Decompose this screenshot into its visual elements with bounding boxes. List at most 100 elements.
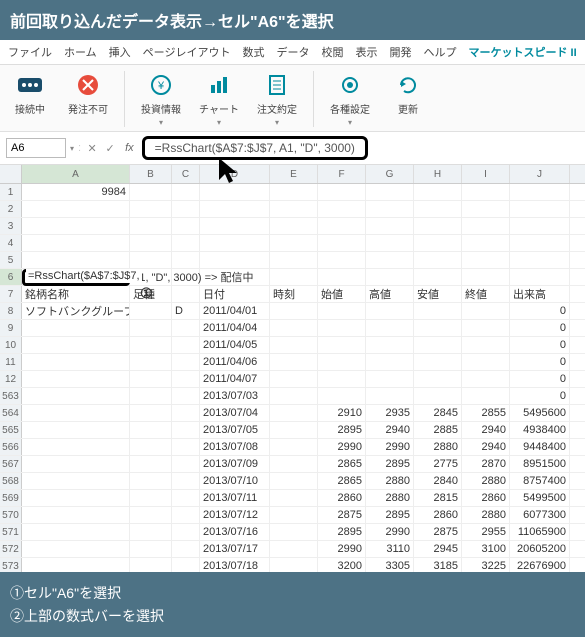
row-header[interactable]: 3 (0, 218, 22, 234)
cell[interactable] (172, 252, 200, 268)
cell[interactable]: D (172, 303, 200, 319)
cell[interactable]: 2910 (318, 405, 366, 421)
cell[interactable] (318, 201, 366, 217)
cell[interactable] (22, 354, 130, 370)
cell[interactable]: 高値 (366, 286, 414, 302)
cell[interactable] (270, 490, 318, 506)
cell[interactable] (414, 218, 462, 234)
cell[interactable] (130, 456, 172, 472)
ribbon-chart[interactable]: チャート▾ (197, 71, 241, 127)
table-row[interactable]: 19984 (0, 184, 585, 201)
cell[interactable] (366, 371, 414, 387)
namebox-dropdown[interactable]: ▾ (70, 144, 74, 153)
row-header[interactable]: 565 (0, 422, 22, 438)
cell[interactable] (172, 218, 200, 234)
cell[interactable] (318, 371, 366, 387)
cell[interactable] (366, 235, 414, 251)
row-header[interactable]: 566 (0, 439, 22, 455)
cell[interactable]: 2011/04/07 (200, 371, 270, 387)
cell[interactable] (318, 269, 366, 285)
cell[interactable]: 9448400 (510, 439, 570, 455)
row-header[interactable]: 10 (0, 337, 22, 353)
cell[interactable] (510, 235, 570, 251)
table-row[interactable]: 112011/04/060 (0, 354, 585, 371)
cell[interactable] (172, 337, 200, 353)
cell[interactable] (366, 269, 414, 285)
cell[interactable] (318, 218, 366, 234)
cell[interactable] (22, 201, 130, 217)
cell[interactable] (462, 320, 510, 336)
table-row[interactable]: 5652013/07/0528952940288529404938400 (0, 422, 585, 439)
cell[interactable] (270, 201, 318, 217)
cell[interactable] (270, 507, 318, 523)
row-header[interactable]: 570 (0, 507, 22, 523)
row-header[interactable]: 4 (0, 235, 22, 251)
cell[interactable] (130, 303, 172, 319)
cell[interactable] (318, 252, 366, 268)
row-header[interactable]: 568 (0, 473, 22, 489)
cell[interactable]: 2935 (366, 405, 414, 421)
cell[interactable]: 2990 (318, 541, 366, 557)
cell[interactable] (366, 388, 414, 404)
cell[interactable] (172, 388, 200, 404)
cell[interactable] (130, 354, 172, 370)
cell[interactable] (130, 439, 172, 455)
cell[interactable] (22, 490, 130, 506)
cell[interactable] (414, 252, 462, 268)
table-row[interactable]: 10 2011/04/05 0 (0, 337, 585, 354)
menu-help[interactable]: ヘルプ (423, 44, 456, 60)
cell[interactable]: 2013/07/03 (200, 388, 270, 404)
menu-layout[interactable]: ページレイアウト (143, 44, 231, 60)
cell[interactable]: 2013/07/04 (200, 405, 270, 421)
row-header[interactable]: 5 (0, 252, 22, 268)
menu-dev[interactable]: 開発 (389, 44, 411, 60)
check-icon[interactable]: ✓ (103, 141, 117, 155)
cell[interactable]: 2865 (318, 456, 366, 472)
cell[interactable] (130, 235, 172, 251)
table-row[interactable]: 5692013/07/1128602880281528605499500 (0, 490, 585, 507)
cell[interactable] (270, 473, 318, 489)
cell[interactable]: 2880 (366, 490, 414, 506)
cell[interactable] (318, 235, 366, 251)
table-row[interactable]: 5662013/07/0829902990288029409448400 (0, 439, 585, 456)
cell[interactable] (172, 422, 200, 438)
table-row[interactable]: 5712013/07/16289529902875295511065900 (0, 524, 585, 541)
cell[interactable]: 2840 (414, 473, 462, 489)
cell[interactable] (270, 456, 318, 472)
cell[interactable] (200, 252, 270, 268)
table-row[interactable]: 3 (0, 218, 585, 235)
cell[interactable]: 2875 (414, 524, 462, 540)
row-header[interactable]: 12 (0, 371, 22, 387)
row-header[interactable]: 8 (0, 303, 22, 319)
cell[interactable] (414, 235, 462, 251)
cell[interactable]: 2013/07/10 (200, 473, 270, 489)
cell[interactable] (270, 184, 318, 200)
ribbon-update[interactable]: 更新 (386, 71, 430, 127)
ribbon-setting[interactable]: 各種設定▾ (328, 71, 372, 127)
row-header[interactable]: 11 (0, 354, 22, 370)
row-header[interactable]: 9 (0, 320, 22, 336)
cell[interactable] (270, 354, 318, 370)
cell[interactable]: 2011/04/06 (200, 354, 270, 370)
cell[interactable] (414, 303, 462, 319)
cell[interactable]: 2990 (366, 524, 414, 540)
menu-view[interactable]: 表示 (355, 44, 377, 60)
cell[interactable] (130, 218, 172, 234)
menu-insert[interactable]: 挿入 (109, 44, 131, 60)
table-row[interactable]: 2 (0, 201, 585, 218)
cell[interactable]: 0 (510, 337, 570, 353)
cell[interactable] (22, 524, 130, 540)
cell[interactable] (22, 320, 130, 336)
menu-file[interactable]: ファイル (8, 44, 52, 60)
cell[interactable] (130, 473, 172, 489)
cell[interactable]: 2011/04/05 (200, 337, 270, 353)
cell[interactable] (130, 388, 172, 404)
cell[interactable] (200, 201, 270, 217)
cell[interactable] (22, 371, 130, 387)
row-header[interactable]: 569 (0, 490, 22, 506)
cell[interactable] (22, 405, 130, 421)
cell[interactable] (510, 184, 570, 200)
cell[interactable] (270, 218, 318, 234)
ribbon-invest[interactable]: ¥ 投資情報▾ (139, 71, 183, 127)
cell[interactable] (366, 337, 414, 353)
